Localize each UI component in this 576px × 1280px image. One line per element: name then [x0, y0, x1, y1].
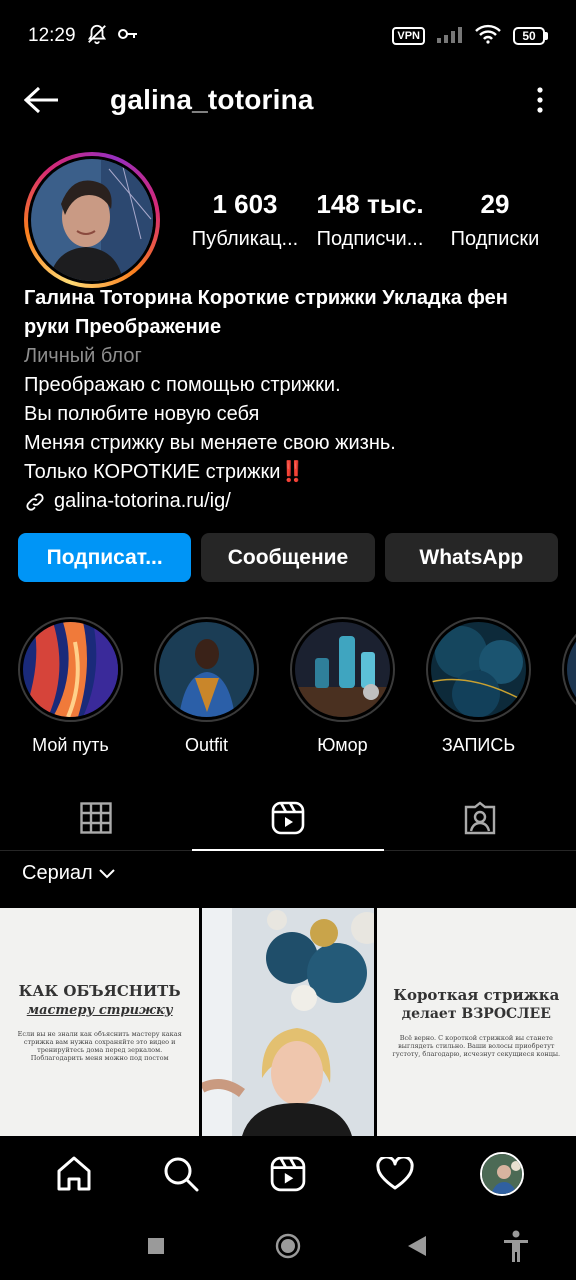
- highlight-cover: [431, 622, 526, 717]
- bio-line: Меняя стрижку вы меняете свою жизнь.: [24, 432, 396, 454]
- bio-line: Преображаю с помощью стрижки.: [24, 374, 341, 396]
- highlight-cover: [295, 622, 390, 717]
- profile-bio: Галина Тоторина Короткие стрижки Укладка…: [24, 284, 554, 516]
- reel-caption: Если вы не знали как объяснить мастеру к…: [17, 1030, 182, 1062]
- highlight-cover: [567, 622, 576, 717]
- search-icon: [164, 1157, 199, 1192]
- signal-icon: [437, 25, 463, 48]
- wifi-icon: [475, 24, 501, 49]
- bio-link-text[interactable]: galina-totorina.ru/ig/: [54, 487, 231, 516]
- follow-button[interactable]: Подписат...: [18, 533, 192, 582]
- recents-button[interactable]: [148, 1238, 164, 1254]
- profile-actions: Подписат... Сообщение WhatsApp: [18, 533, 558, 582]
- profile-summary: 1 603 Публикац... 148 тыс. Подписчи... 2…: [24, 150, 554, 290]
- story-ring[interactable]: [24, 152, 160, 288]
- nav-reels[interactable]: [258, 1144, 318, 1204]
- profile-tabs: [0, 785, 576, 851]
- more-options-button[interactable]: [528, 80, 552, 120]
- profile-username: galina_totorina: [110, 84, 314, 115]
- accessibility-icon: [504, 1230, 528, 1262]
- bio-full-name: Галина Тоторина Короткие стрижки Укладка…: [24, 287, 508, 338]
- reel-caption: Всё верно. С короткой стрижкой вы станет…: [392, 1034, 561, 1058]
- tab-posts-grid[interactable]: [0, 785, 192, 850]
- highlight-label: Юмор: [317, 735, 368, 755]
- status-bar: 12:29 VPN 50: [0, 0, 576, 72]
- bio-link[interactable]: galina-totorina.ru/ig/: [24, 487, 554, 516]
- highlight-cover: [159, 622, 254, 717]
- link-icon: [26, 492, 44, 511]
- followers-count[interactable]: 148 тыс. Подписчи...: [311, 189, 429, 251]
- story-highlights: Мой путь Outfit Юмор ЗАПИСЬ: [18, 617, 576, 756]
- stat-value: 29: [480, 189, 510, 219]
- reel-thumbnail[interactable]: [202, 908, 374, 1136]
- profile-avatar: [31, 159, 153, 281]
- highlight-item[interactable]: ЗАПИСЬ: [426, 617, 531, 756]
- more-vertical-icon: [537, 87, 543, 113]
- highlight-item[interactable]: Юмор: [290, 617, 395, 756]
- reel-title: Короткая стрижка: [393, 986, 560, 1004]
- vpn-badge: VPN: [392, 27, 425, 45]
- reel-thumbnail[interactable]: Короткая стрижка делает ВЗРОСЛЕЕ Всё вер…: [376, 908, 576, 1136]
- highlight-item[interactable]: Outfit: [154, 617, 259, 756]
- reels-icon: [270, 1156, 306, 1192]
- circle-icon: [275, 1233, 301, 1259]
- grid-icon: [80, 801, 112, 834]
- nav-profile[interactable]: [472, 1144, 532, 1204]
- series-filter[interactable]: Сериал: [22, 862, 115, 885]
- highlight-cover: [23, 622, 118, 717]
- profile-stats: 1 603 Публикац... 148 тыс. Подписчи... 2…: [186, 189, 554, 251]
- highlight-label: Outfit: [184, 735, 228, 755]
- system-navigation-bar: [0, 1212, 576, 1280]
- whatsapp-button[interactable]: WhatsApp: [384, 533, 558, 582]
- back-button[interactable]: [24, 80, 64, 120]
- my-avatar: [480, 1152, 525, 1196]
- nav-search[interactable]: [151, 1144, 211, 1204]
- stat-label: Публикац...: [191, 228, 299, 250]
- heart-icon: [376, 1157, 414, 1190]
- tab-tagged[interactable]: [384, 785, 576, 850]
- arrow-left-icon: [24, 86, 58, 114]
- key-icon: [117, 27, 138, 46]
- highlight-label: Мой путь: [32, 735, 109, 755]
- reel-thumbnail[interactable]: КАК ОБЪЯСНИТЬ мастеру стрижку Если вы не…: [0, 908, 200, 1136]
- stat-value: 1 603: [212, 189, 278, 219]
- reels-grid: КАК ОБЪЯСНИТЬ мастеру стрижку Если вы не…: [0, 908, 576, 1136]
- highlight-item[interactable]: [562, 617, 576, 756]
- status-time: 12:29: [28, 25, 76, 46]
- profile-header: galina_totorina: [0, 72, 576, 128]
- reels-icon: [271, 801, 305, 834]
- bio-line: Только КОРОТКИЕ стрижки‼️: [24, 461, 306, 483]
- highlight-label: ЗАПИСЬ: [441, 735, 516, 755]
- stat-label: Подписки: [450, 228, 540, 250]
- stat-label: Подписчи...: [316, 228, 424, 250]
- tab-reels[interactable]: [192, 785, 384, 851]
- reel-subtitle: делает ВЗРОСЛЕЕ: [401, 1006, 551, 1022]
- series-label: Сериал: [22, 862, 93, 884]
- reel-title: КАК ОБЪЯСНИТЬ: [18, 982, 181, 1000]
- bottom-navigation: [0, 1136, 576, 1212]
- battery-level: 50: [513, 27, 545, 45]
- home-icon: [57, 1156, 91, 1191]
- nav-home[interactable]: [44, 1144, 104, 1204]
- triangle-back-icon: [408, 1236, 426, 1256]
- home-system-button[interactable]: [275, 1233, 301, 1259]
- tagged-person-icon: [464, 800, 496, 834]
- nav-activity[interactable]: [365, 1144, 425, 1204]
- highlight-item[interactable]: Мой путь: [18, 617, 123, 756]
- accessibility-button[interactable]: [502, 1230, 530, 1262]
- battery-icon: 50: [513, 27, 548, 45]
- square-icon: [148, 1238, 164, 1254]
- bio-line: Вы полюбите новую себя: [24, 403, 260, 425]
- message-button[interactable]: Сообщение: [201, 533, 375, 582]
- posts-count[interactable]: 1 603 Публикац...: [186, 189, 304, 251]
- stat-value: 148 тыс.: [316, 189, 424, 219]
- chevron-down-icon: [98, 868, 115, 878]
- bio-category: Личный блог: [24, 345, 142, 367]
- following-count[interactable]: 29 Подписки: [436, 189, 554, 251]
- back-system-button[interactable]: [408, 1236, 426, 1256]
- bell-muted-icon: [86, 23, 108, 50]
- reel-subtitle: мастеру стрижку: [26, 1003, 173, 1018]
